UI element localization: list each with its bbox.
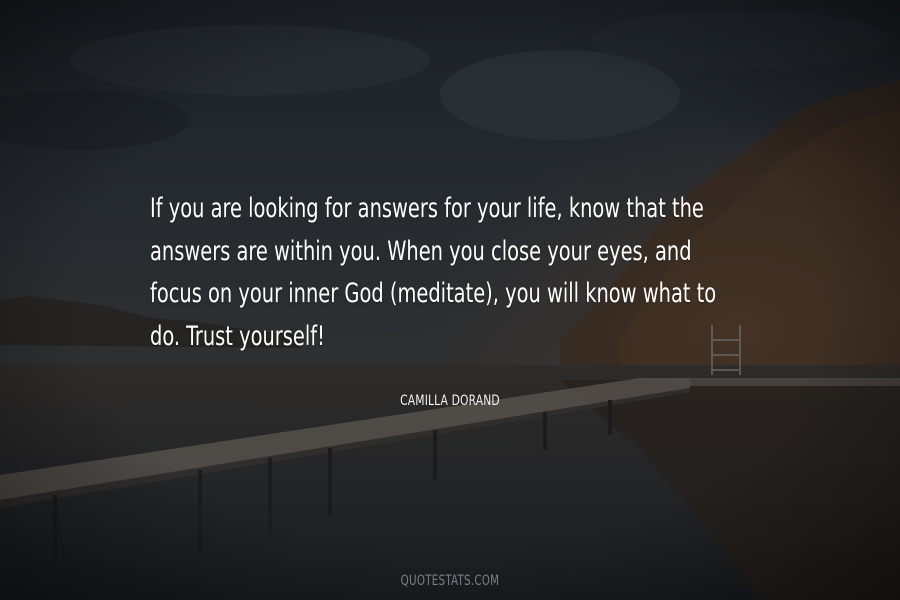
quote-line: do. Trust yourself! xyxy=(150,320,325,352)
quote-author: CAMILLA DORAND xyxy=(400,393,500,409)
quote-text: If you are looking for answers for your … xyxy=(150,188,717,358)
quote-image: If you are looking for answers for your … xyxy=(0,0,900,600)
quote-line: If you are looking for answers for your … xyxy=(150,193,704,224)
quote-line: focus on your inner God (meditate), you … xyxy=(150,278,717,309)
source-watermark: QUOTESTATS.COM xyxy=(400,573,500,589)
quote-line: answers are within you. When you close y… xyxy=(150,235,692,267)
